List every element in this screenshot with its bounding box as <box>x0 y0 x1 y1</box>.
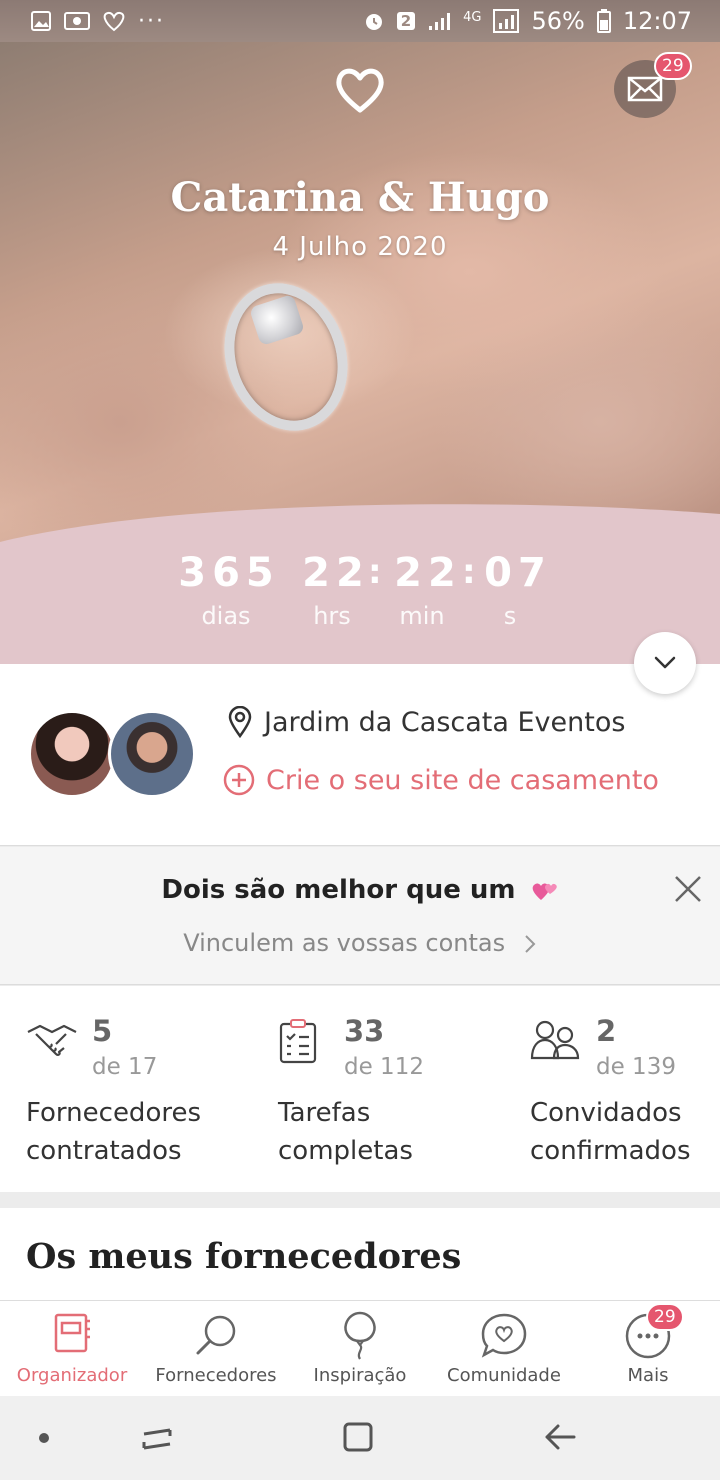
create-site-label: Crie o seu site de casamento <box>266 764 659 796</box>
stat-label-line: confirmados <box>530 1136 691 1166</box>
countdown-days: 365 <box>178 550 280 596</box>
plus-circle-icon <box>223 764 255 796</box>
signal-strength-icon <box>493 9 520 33</box>
tab-inspiracao[interactable]: Inspiração <box>288 1301 432 1397</box>
stat-suppliers-value: 5 <box>92 1014 113 1048</box>
stat-tasks-value: 33 <box>344 1014 385 1048</box>
countdown-seconds: 07 <box>484 550 552 596</box>
nav-dot-icon <box>39 1433 49 1443</box>
countdown-separator: : <box>368 552 382 592</box>
stat-label-line: contratados <box>26 1136 182 1166</box>
more-notifications-icon: ··· <box>138 8 165 34</box>
battery-percent: 56% <box>531 7 585 35</box>
stat-guests-value: 2 <box>596 1014 617 1048</box>
couple-names: Catarina & Hugo <box>170 174 550 221</box>
clock: 12:07 <box>622 7 692 35</box>
chevron-down-icon <box>654 656 676 669</box>
my-suppliers-section: Os meus fornecedores <box>0 1208 720 1300</box>
countdown-seconds-label: s <box>503 602 517 630</box>
tab-label: Inspiração <box>313 1365 407 1386</box>
chevron-right-icon <box>525 935 536 953</box>
countdown-minutes: 22 <box>394 550 462 596</box>
couple-photo[interactable] <box>0 42 720 562</box>
stat-suppliers-total: de 17 <box>92 1054 158 1080</box>
close-icon[interactable] <box>668 869 708 909</box>
balloon-icon <box>344 1311 376 1360</box>
battery-icon <box>596 9 611 33</box>
ring-shape <box>205 267 367 447</box>
link-accounts-banner: Dois são melhor que um Vinculem as vossa… <box>0 847 720 985</box>
venue-name: Jardim da Cascata Eventos <box>264 706 626 738</box>
countdown-minutes-label: min <box>399 602 445 630</box>
tab-label: Mais <box>627 1365 669 1386</box>
handshake-icon <box>27 1024 77 1056</box>
tab-fornecedores[interactable]: Fornecedores <box>144 1301 288 1397</box>
tab-mais[interactable]: 29 Mais <box>576 1301 720 1397</box>
search-icon <box>196 1315 236 1355</box>
link-banner-title: Dois são melhor que um <box>0 875 720 905</box>
wedding-header: 29 Catarina & Hugo 4 Julho 2020 365 22 :… <box>0 42 720 664</box>
section-title: Os meus fornecedores <box>26 1236 462 1277</box>
tab-organizador[interactable]: Organizador <box>0 1301 144 1397</box>
planner-icon <box>54 1313 90 1353</box>
heart-logo-icon <box>336 68 384 113</box>
link-banner-subtitle: Vinculem as vossas contas <box>183 929 506 957</box>
stat-suppliers[interactable]: 5 de 17 Fornecedores contratados <box>26 986 256 1192</box>
gallery-notification-icon <box>31 11 51 31</box>
stat-guests[interactable]: 2 de 139 Convidados confirmados <box>530 986 720 1192</box>
stat-suppliers-label: Fornecedores contratados <box>26 1094 256 1170</box>
heart-notification-icon <box>103 11 125 32</box>
back-icon[interactable] <box>542 1420 578 1454</box>
countdown-separator: : <box>462 552 476 592</box>
stat-tasks[interactable]: 33 de 112 Tarefas completas <box>278 986 508 1192</box>
countdown-hours: 22 <box>302 550 370 596</box>
bottom-tab-bar: Organizador Fornecedores Inspiração Comu… <box>0 1300 720 1396</box>
wedding-date: 4 Julho 2020 <box>272 232 448 262</box>
signal-icon <box>429 13 451 30</box>
stat-guests-total: de 139 <box>596 1054 676 1080</box>
guests-icon <box>530 1020 580 1060</box>
chat-heart-icon <box>481 1313 527 1358</box>
expand-button[interactable] <box>634 632 696 694</box>
stat-label-line: Convidados <box>530 1098 682 1128</box>
stats-section: 5 de 17 Fornecedores contratados 33 de 11… <box>0 986 720 1192</box>
create-site-link[interactable]: Crie o seu site de casamento <box>222 763 659 797</box>
alarm-icon <box>365 14 382 30</box>
tab-label: Comunidade <box>447 1365 561 1386</box>
venue-card: Jardim da Cascata Eventos Crie o seu sit… <box>0 664 720 846</box>
sim-indicator: 2 <box>396 12 416 30</box>
home-icon[interactable] <box>341 1420 375 1454</box>
more-badge: 29 <box>646 1303 684 1331</box>
stat-tasks-label: Tarefas completas <box>278 1094 508 1170</box>
messages-badge: 29 <box>654 52 692 80</box>
photo-notification-icon <box>64 12 90 30</box>
stat-tasks-total: de 112 <box>344 1054 424 1080</box>
tab-comunidade[interactable]: Comunidade <box>432 1301 576 1397</box>
recent-apps-icon[interactable] <box>140 1422 176 1456</box>
system-navigation-bar <box>0 1396 720 1480</box>
link-accounts-button[interactable]: Vinculem as vossas contas <box>0 929 720 957</box>
envelope-icon <box>627 76 663 102</box>
status-bar: ··· 2 4G 56% 12:07 <box>0 0 720 42</box>
avatar-bride[interactable] <box>28 710 116 798</box>
network-type: 4G <box>463 9 482 25</box>
messages-button[interactable]: 29 <box>614 52 692 118</box>
avatar-groom[interactable] <box>108 710 196 798</box>
link-banner-title-text: Dois são melhor que um <box>161 875 516 905</box>
stat-label-line: completas <box>278 1136 413 1166</box>
stat-guests-label: Convidados confirmados <box>530 1094 720 1170</box>
tab-label: Fornecedores <box>155 1365 277 1386</box>
venue-link[interactable]: Jardim da Cascata Eventos <box>228 706 625 738</box>
countdown-days-label: dias <box>201 602 251 630</box>
hearts-emoji-icon <box>532 882 557 900</box>
checklist-icon <box>279 1019 317 1064</box>
stat-label-line: Tarefas <box>278 1098 371 1128</box>
stat-label-line: Fornecedores <box>26 1098 202 1128</box>
tab-label: Organizador <box>16 1365 128 1386</box>
app-screen: ··· 2 4G 56% 12:07 29 Catarina & Hugo 4 … <box>0 0 720 1480</box>
countdown-hours-label: hrs <box>313 602 351 630</box>
location-pin-icon <box>228 706 252 738</box>
